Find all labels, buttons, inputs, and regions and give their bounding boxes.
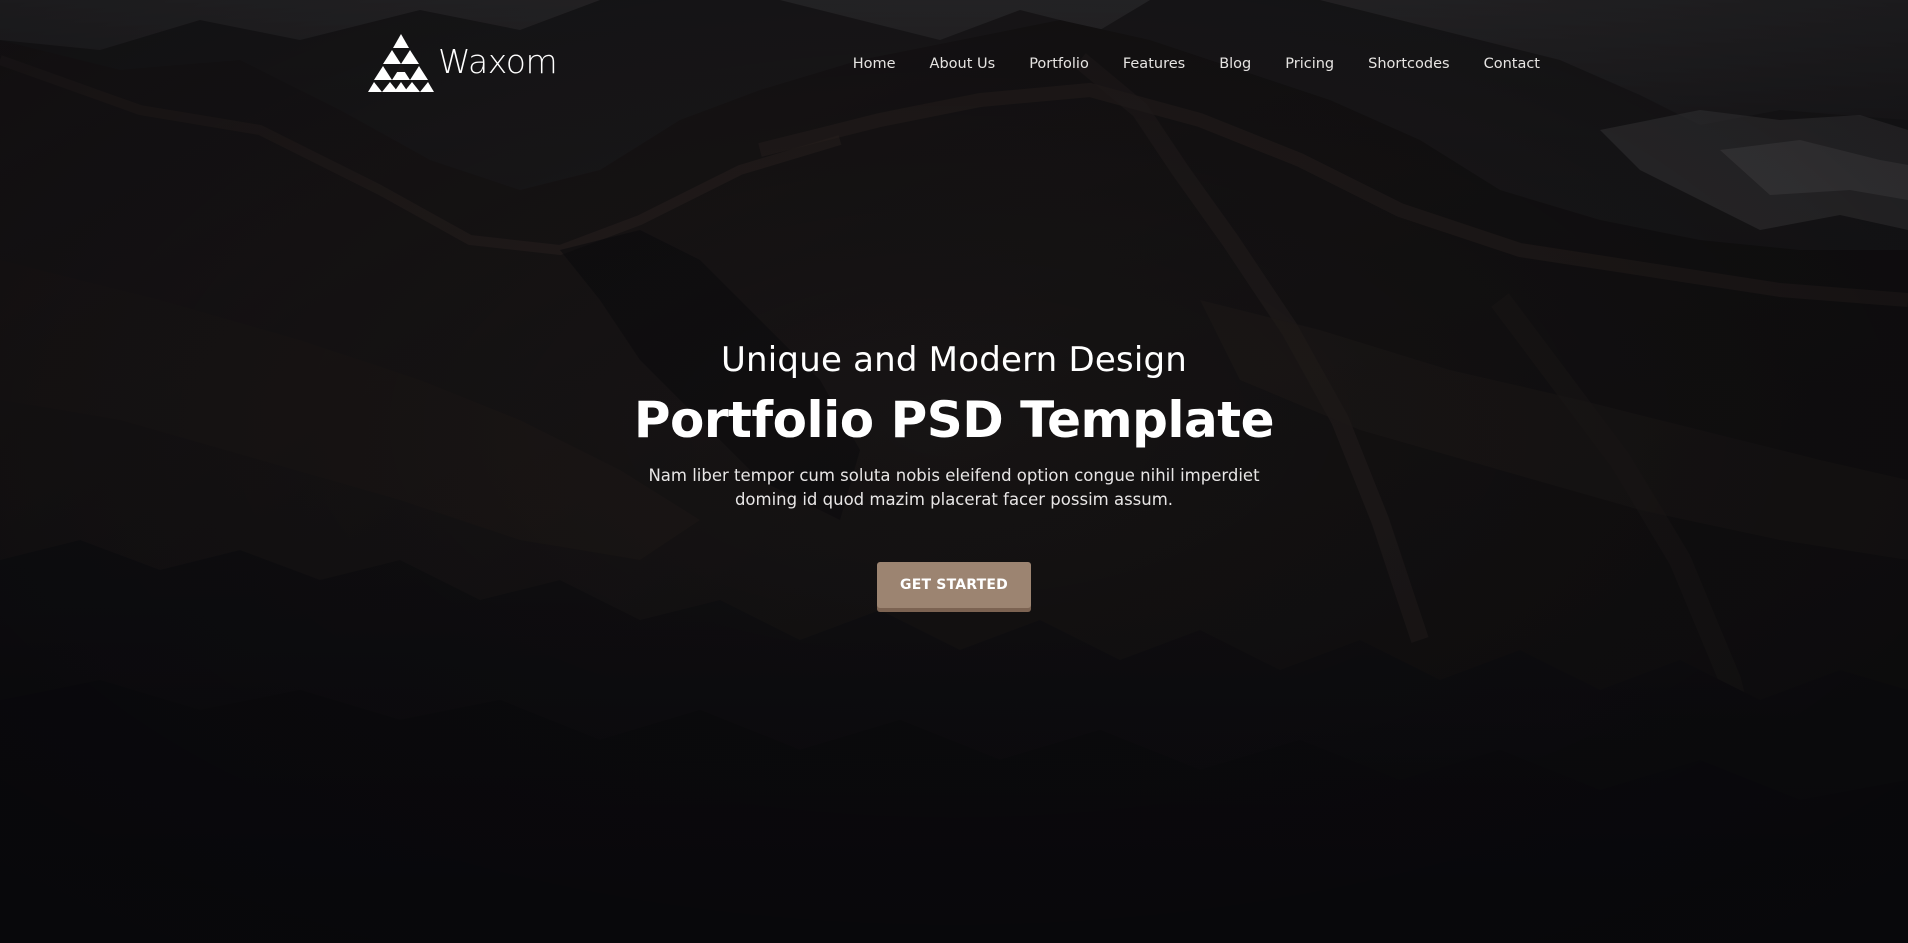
- hero-description: Nam liber tempor cum soluta nobis eleife…: [648, 466, 1260, 509]
- nav-item-contact[interactable]: Contact: [1484, 56, 1540, 72]
- nav-item-features[interactable]: Features: [1123, 56, 1185, 72]
- triangle-logo-icon: [368, 34, 434, 92]
- hero-section: Waxom Home About Us Portfolio Features B…: [0, 0, 1908, 943]
- nav-item-portfolio[interactable]: Portfolio: [1029, 56, 1089, 72]
- logo-text: Waxom: [438, 41, 558, 81]
- hero-content: Unique and Modern Design Portfolio PSD T…: [0, 336, 1908, 608]
- nav-item-home[interactable]: Home: [853, 56, 896, 72]
- hero-title: Portfolio PSD Template: [633, 391, 1275, 449]
- get-started-button[interactable]: GET STARTED: [877, 562, 1031, 608]
- site-header: Waxom Home About Us Portfolio Features B…: [0, 0, 1908, 130]
- nav-item-blog[interactable]: Blog: [1219, 56, 1251, 72]
- main-navigation: Home About Us Portfolio Features Blog Pr…: [853, 52, 1540, 76]
- nav-item-pricing[interactable]: Pricing: [1285, 56, 1334, 72]
- nav-item-shortcodes[interactable]: Shortcodes: [1368, 56, 1449, 72]
- logo-link[interactable]: Waxom: [368, 33, 558, 93]
- hero-subtitle: Unique and Modern Design: [720, 340, 1188, 380]
- nav-item-about-us[interactable]: About Us: [930, 56, 996, 72]
